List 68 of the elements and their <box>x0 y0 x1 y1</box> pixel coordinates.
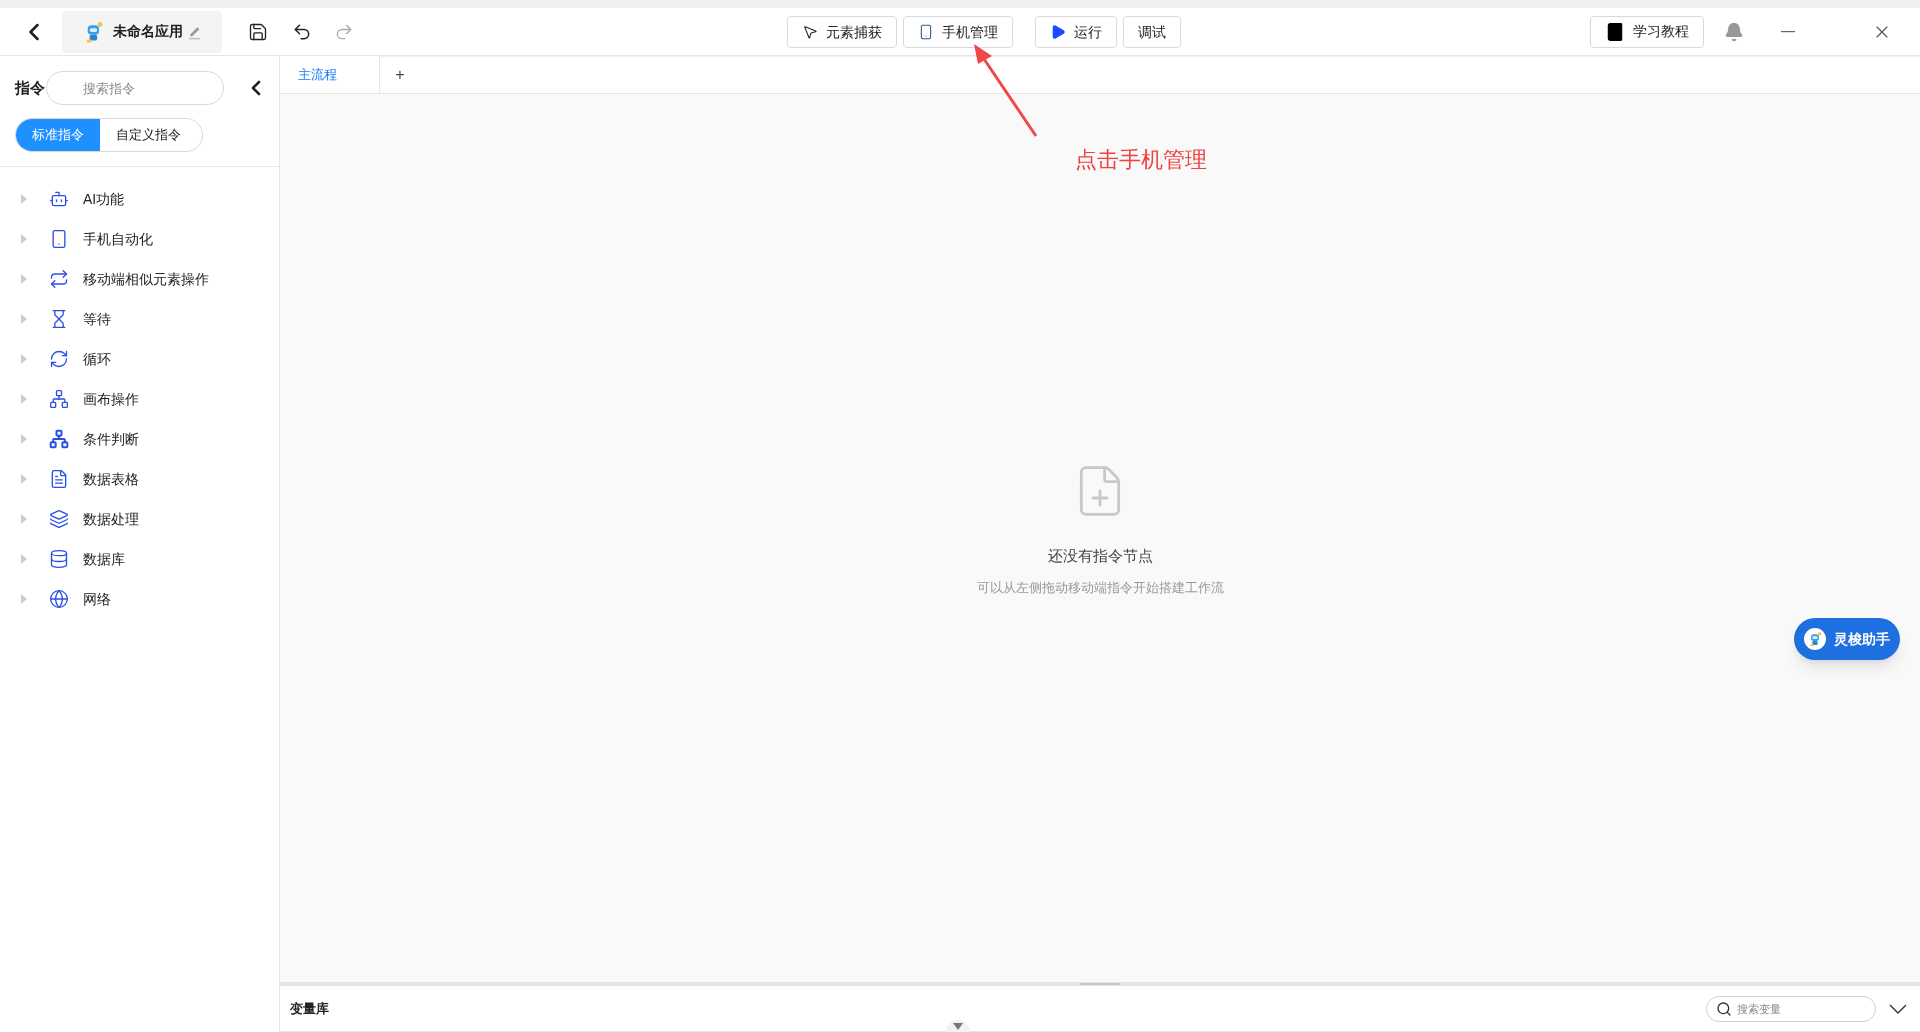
document-icon <box>49 469 69 489</box>
toolbar-button[interactable]: 元素捕获 <box>787 16 897 48</box>
category-label: 移动端相似元素操作 <box>83 269 209 289</box>
layers-icon <box>49 509 69 529</box>
robot-icon <box>49 189 69 209</box>
globe-icon <box>49 589 69 609</box>
caret-right-icon[interactable] <box>19 354 29 364</box>
caret-right-icon[interactable] <box>19 314 29 324</box>
resize-handle[interactable] <box>1080 983 1120 985</box>
caret-right-icon[interactable] <box>19 194 29 204</box>
chevron-down-icon <box>1889 1003 1907 1014</box>
minimize-icon <box>1781 30 1795 33</box>
repeat-icon <box>49 269 69 289</box>
assistant-button[interactable]: 灵梭助手 <box>1794 618 1900 660</box>
command-category[interactable]: 画布操作 <box>0 379 279 419</box>
toolbar-button[interactable]: 运行 <box>1035 16 1117 48</box>
command-category[interactable]: 网络 <box>0 579 279 619</box>
caret-right-icon[interactable] <box>19 274 29 284</box>
empty-title: 还没有指令节点 <box>1047 546 1153 566</box>
caret-right-icon[interactable] <box>19 594 29 604</box>
database-icon <box>49 549 69 569</box>
category-label: 数据库 <box>83 549 125 569</box>
phone-icon <box>918 24 934 40</box>
expand-toggle-icon[interactable] <box>946 1018 970 1032</box>
flow-tab[interactable]: 主流程 <box>280 56 380 93</box>
command-category[interactable]: 移动端相似元素操作 <box>0 259 279 299</box>
caret-right-icon[interactable] <box>19 434 29 444</box>
category-label: 数据表格 <box>83 469 139 489</box>
category-label: 等待 <box>83 309 111 329</box>
command-category[interactable]: 数据处理 <box>0 499 279 539</box>
command-category[interactable]: 循环 <box>0 339 279 379</box>
command-category[interactable]: 数据库 <box>0 539 279 579</box>
variables-title: 变量库 <box>290 999 329 1018</box>
toolbar-button[interactable]: 调试 <box>1123 16 1181 48</box>
variable-search-field[interactable]: 搜索变量 <box>1706 995 1876 1022</box>
branch-icon <box>49 429 69 449</box>
command-category[interactable]: AI功能 <box>0 179 279 219</box>
caret-right-icon[interactable] <box>19 514 29 524</box>
search-icon <box>1716 1000 1732 1017</box>
empty-hint: 可以从左侧拖动移动端指令开始搭建工作流 <box>976 578 1224 597</box>
bell-icon <box>1724 21 1744 42</box>
sidebar-title: 指令 <box>15 77 45 98</box>
category-label: 网络 <box>83 589 111 609</box>
app-name: 未命名应用 <box>112 22 183 41</box>
caret-right-icon[interactable] <box>19 474 29 484</box>
category-label: 画布操作 <box>83 389 139 409</box>
search-field[interactable]: 搜索指令 <box>46 71 224 105</box>
category-label: 循环 <box>83 349 111 369</box>
add-tab-button[interactable]: + <box>380 56 420 93</box>
caret-right-icon[interactable] <box>19 554 29 564</box>
toolbar-button[interactable]: 手机管理 <box>903 16 1013 48</box>
category-label: 手机自动化 <box>83 229 153 249</box>
caret-right-icon[interactable] <box>19 234 29 244</box>
command-category[interactable]: 手机自动化 <box>0 219 279 259</box>
hierarchy-icon <box>49 389 69 409</box>
command-category[interactable]: 条件判断 <box>0 419 279 459</box>
category-label: AI功能 <box>83 189 125 209</box>
tutorial-button[interactable]: 学习教程 <box>1590 15 1704 48</box>
loop-icon <box>49 349 69 369</box>
cursor-icon <box>802 24 818 40</box>
play-icon <box>1050 24 1066 40</box>
save-icon <box>248 21 268 42</box>
command-category[interactable]: 数据表格 <box>0 459 279 499</box>
category-label: 数据处理 <box>83 509 139 529</box>
command-category[interactable]: 等待 <box>0 299 279 339</box>
annotation-text: 点击手机管理 <box>1075 146 1207 174</box>
category-label: 条件判断 <box>83 429 139 449</box>
caret-right-icon[interactable] <box>19 394 29 404</box>
